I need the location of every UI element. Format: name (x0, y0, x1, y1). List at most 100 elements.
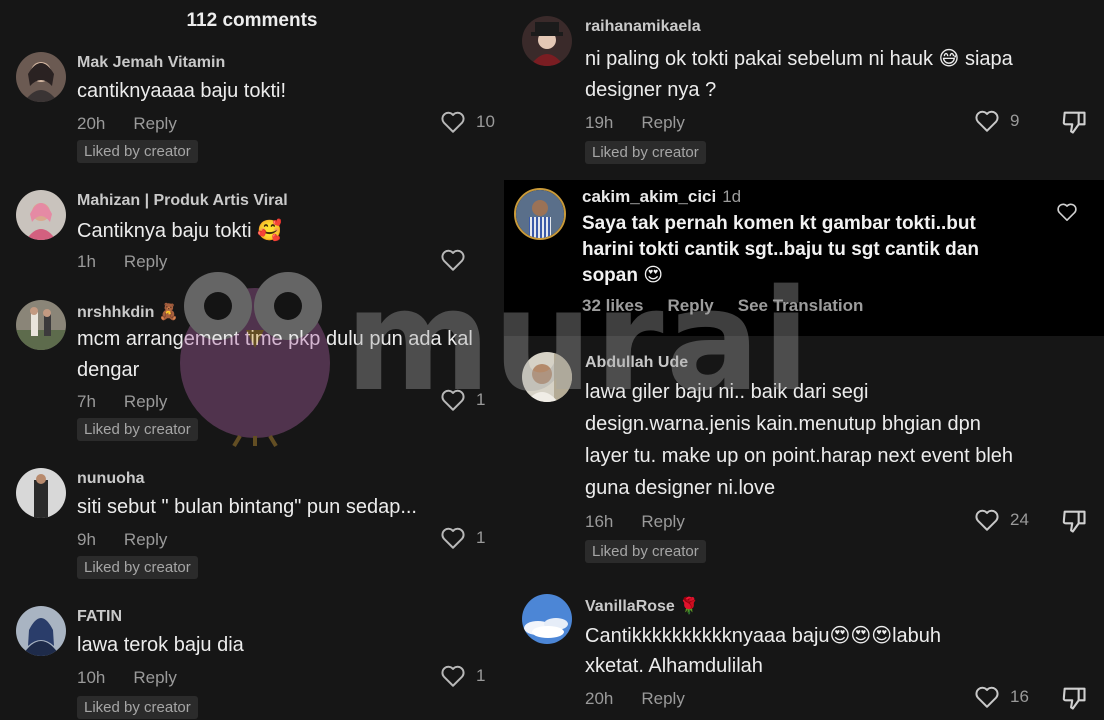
liked-by-creator-badge: Liked by creator (585, 540, 706, 563)
dislike-button[interactable] (1060, 108, 1088, 141)
comment-text: cantiknyaaaa baju tokti! (77, 80, 287, 102)
comment-text: lawa terok baju dia (77, 634, 244, 656)
like-button[interactable]: 1 (440, 388, 485, 412)
comment-username[interactable]: VanillaRose 🌹 (585, 596, 699, 616)
comment-text: dengar (77, 359, 140, 381)
comment-username[interactable]: nrshhkdin 🧸 (77, 302, 179, 322)
heart-icon (975, 686, 999, 708)
heart-icon (441, 389, 465, 411)
reply-button[interactable]: Reply (133, 114, 176, 133)
like-count: 1 (476, 528, 486, 547)
comment-meta: 9h Reply (77, 530, 167, 550)
comment-meta: 1h Reply (77, 252, 167, 272)
comment-username[interactable]: Mak Jemah Vitamin (77, 54, 225, 72)
comment-time: 1d (722, 187, 742, 206)
comment-text: sopan 😍 (582, 265, 664, 286)
avatar[interactable] (16, 468, 66, 518)
avatar[interactable] (514, 188, 566, 240)
comment-meta: 32 likes Reply See Translation (582, 296, 887, 316)
comment-text: siti sebut " bulan bintang" pun sedap... (77, 496, 417, 518)
like-count: 10 (476, 112, 495, 131)
comment-username[interactable]: raihanamikaela (585, 18, 701, 36)
comment-username[interactable]: Abdullah Ude (585, 354, 688, 372)
like-button[interactable]: 10 (440, 110, 495, 134)
comment-item: raihanamikaela ni paling ok tokti pakai … (504, 0, 1104, 176)
like-button[interactable]: 24 (974, 508, 1029, 532)
comment-username[interactable]: FATIN (77, 608, 122, 626)
comment-item: Abdullah Ude lawa giler baju ni.. baik d… (504, 346, 1104, 576)
highlighted-comment: cakim_akim_cici 1d Saya tak pernah komen … (504, 180, 1104, 336)
avatar[interactable] (16, 300, 66, 350)
comment-text: lawa giler baju ni.. baik dari segi (585, 381, 869, 403)
liked-by-creator-badge: Liked by creator (77, 556, 198, 579)
like-count: 1 (476, 666, 486, 685)
comment-text: Saya tak pernah komen kt gambar tokti..b… (582, 213, 976, 234)
reply-button[interactable]: Reply (124, 252, 167, 271)
avatar[interactable] (522, 16, 572, 66)
right-comments-panel: raihanamikaela ni paling ok tokti pakai … (504, 0, 1104, 720)
heart-icon (441, 249, 465, 271)
heart-icon (975, 509, 999, 531)
reply-button[interactable]: Reply (641, 113, 684, 132)
avatar[interactable] (16, 52, 66, 102)
comment-text: guna designer ni.love (585, 477, 776, 499)
comment-text: xketat. Alhamdulilah (585, 655, 763, 677)
comment-meta: 20h Reply (77, 114, 177, 134)
comment-username[interactable]: Mahizan | Produk Artis Viral (77, 192, 288, 210)
reply-button[interactable]: Reply (124, 392, 167, 411)
comment-text: Cantikkkkkkkkkknyaaa baju😍😍😍labuh (585, 625, 942, 647)
thumbs-down-icon (1062, 510, 1086, 533)
thumbs-down-icon (1062, 111, 1086, 134)
comment-time: 16h (585, 512, 614, 531)
heart-icon (441, 527, 465, 549)
avatar[interactable] (16, 606, 66, 656)
comment-meta: 19h Reply (585, 113, 685, 133)
thumbs-down-icon (1062, 687, 1086, 710)
comment-text: designer nya ? (585, 79, 717, 101)
comment-text: harini tokti cantik sgt..baju tu sgt can… (582, 239, 979, 260)
liked-by-creator-badge: Liked by creator (77, 696, 198, 719)
like-count: 1 (476, 390, 486, 409)
reply-button[interactable]: Reply (641, 689, 684, 708)
avatar[interactable] (16, 190, 66, 240)
liked-by-creator-badge: Liked by creator (77, 140, 198, 163)
like-button[interactable]: 9 (974, 109, 1019, 133)
comment-time: 7h (77, 392, 96, 411)
reply-button[interactable]: Reply (641, 512, 684, 531)
comment-time: 19h (585, 113, 614, 132)
comment-time: 9h (77, 530, 96, 549)
comment-username[interactable]: nunuoha (77, 470, 145, 488)
comment-meta: 16h Reply (585, 512, 685, 532)
like-count: 9 (1010, 111, 1020, 130)
left-comments-panel: 112 comments Mak Jemah Vitamin cantiknya… (0, 0, 504, 720)
like-button[interactable] (440, 248, 476, 272)
liked-by-creator-badge: Liked by creator (77, 418, 198, 441)
avatar[interactable] (522, 594, 572, 644)
comment-username[interactable]: cakim_akim_cici 1d (582, 187, 741, 207)
comment-time: 20h (585, 689, 614, 708)
like-button[interactable]: 1 (440, 664, 485, 688)
like-count: 16 (1010, 687, 1029, 706)
reply-button[interactable]: Reply (667, 296, 713, 315)
comment-text: mcm arrangement time pkp dulu pun ada ka… (77, 328, 473, 350)
comment-text: layer tu. make up on point.harap next ev… (585, 445, 1014, 467)
like-button[interactable]: 16 (974, 685, 1029, 709)
likes-count: 32 likes (582, 296, 644, 315)
dislike-button[interactable] (1060, 684, 1088, 717)
dislike-button[interactable] (1060, 507, 1088, 540)
see-translation-button[interactable]: See Translation (738, 296, 864, 315)
comment-text: ni paling ok tokti pakai sebelum ni hauk… (585, 48, 1013, 70)
reply-button[interactable]: Reply (124, 530, 167, 549)
like-count: 24 (1010, 510, 1029, 529)
comment-item: FATIN lawa terok baju dia 10h Reply 1 Lik… (0, 600, 504, 720)
comment-text: design.warna.jenis kain.menutup bhgian d… (585, 413, 981, 435)
comment-text: Cantiknya baju tokti 🥰 (77, 220, 282, 242)
avatar[interactable] (522, 352, 572, 402)
comment-time: 10h (77, 668, 106, 687)
reply-button[interactable]: Reply (133, 668, 176, 687)
comment-time: 1h (77, 252, 96, 271)
heart-icon (1057, 203, 1077, 221)
like-button[interactable] (1056, 202, 1078, 222)
heart-icon (975, 110, 999, 132)
like-button[interactable]: 1 (440, 526, 485, 550)
